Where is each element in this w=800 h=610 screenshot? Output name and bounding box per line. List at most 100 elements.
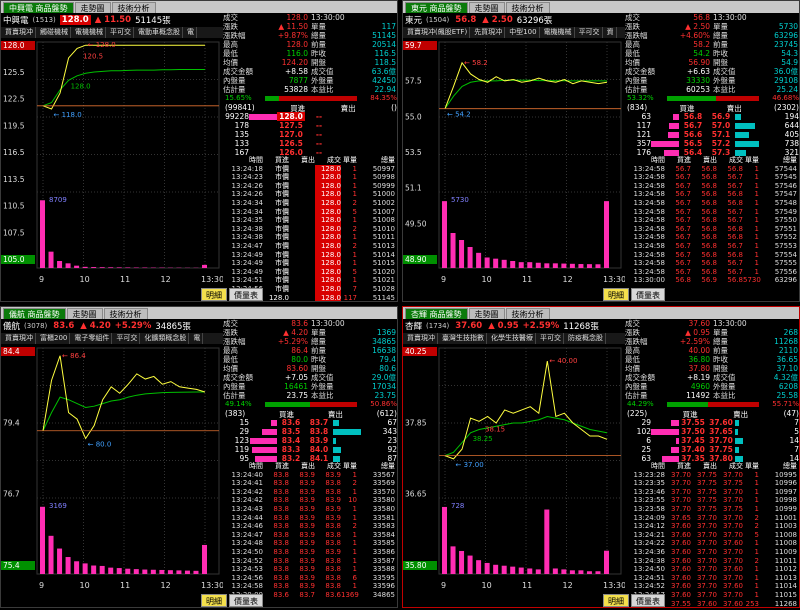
tab-details[interactable]: 明細: [201, 594, 227, 607]
order-book-row[interactable]: 29 83.5 83.8 343: [225, 427, 397, 436]
order-book-row[interactable]: 102 37.50 37.65 5: [627, 427, 799, 436]
tick-row[interactable]: 13:24:12 37.60 37.70 37.70 2 11003: [625, 522, 799, 531]
tick-row[interactable]: 13:24:58 56.7 56.8 56.8 1 57548: [625, 199, 799, 208]
tick-row[interactable]: 13:24:18 市價 128.0 1 50997: [223, 164, 397, 174]
tab-trend[interactable]: 走勢圖: [468, 308, 505, 319]
tick-row[interactable]: 13:24:58 56.7 56.8 56.8 1 57544: [625, 165, 799, 174]
tick-row[interactable]: 13:24:50 37.60 37.70 37.60 1 11012: [625, 565, 799, 574]
tick-row[interactable]: 13:24:42 83.8 83.9 83.9 10 33580: [223, 496, 397, 505]
intraday-chart[interactable]: 9 10 11 12 13:30 59.7 57.5 55.0 53.5 51.1 49.50 48.…: [403, 38, 625, 289]
tick-row[interactable]: 13:24:58 56.7 56.8 56.7 1 57550: [625, 216, 799, 225]
tick-row[interactable]: 13:24:58 56.7 56.8 56.8 1 57554: [625, 251, 799, 260]
order-book-row[interactable]: 357 56.5 57.2 738: [627, 139, 799, 148]
order-book-row[interactable]: 178 127.5 --: [225, 121, 397, 130]
tick-row[interactable]: 13:24:26 市價 128.0 1 51000: [223, 190, 397, 199]
intraday-chart[interactable]: 9 10 11 12 13:30 40.25 37.85 36.65 35.80 ← 40.00 ←…: [403, 344, 625, 595]
tick-row[interactable]: 13:24:47 市價 128.0 2 51013: [223, 241, 397, 251]
tick-row[interactable]: 13:24:49 市價 128.0 1 51015: [223, 259, 397, 268]
stock-name[interactable]: 東元: [405, 14, 422, 26]
tab-technical[interactable]: 技術分析: [111, 2, 156, 13]
category-tag[interactable]: 平可交: [538, 333, 564, 344]
intraday-chart[interactable]: 9 10 11 12 13:30 84.4 79.4 76.7 75.4 ← 86.4 ← 80.0…: [1, 344, 223, 595]
tab-quote[interactable]: 杏輝 商品盤勢: [405, 308, 468, 319]
category-tag[interactable]: 平可交: [577, 27, 603, 38]
order-book-row[interactable]: 119 83.3 84.0 92: [225, 445, 397, 454]
tick-row[interactable]: 13:24:58 56.7 56.8 56.7 1 57549: [625, 208, 799, 217]
tick-row[interactable]: 13:24:52 83.8 83.9 83.8 1 33587: [223, 557, 397, 566]
category-tag[interactable]: 平可交: [108, 27, 134, 38]
tab-technical[interactable]: 技術分析: [505, 2, 550, 13]
category-tag[interactable]: 資: [605, 27, 617, 38]
tick-row[interactable]: 13:23:35 37.70 37.75 37.75 1 10996: [625, 479, 799, 488]
category-tag[interactable]: 電機機械: [73, 27, 106, 38]
tick-row[interactable]: 13:24:51 市價 128.0 1 51021: [223, 276, 397, 285]
order-book-row[interactable]: 29 37.55 37.60 7: [627, 418, 799, 427]
tick-row[interactable]: 13:24:56 83.8 83.9 83.8 6 33595: [223, 574, 397, 583]
tick-row[interactable]: 13:24:58 56.7 56.8 56.8 1 57551: [625, 225, 799, 234]
tick-row[interactable]: 13:24:58 83.8 83.9 83.8 1 33596: [223, 582, 397, 591]
category-tag[interactable]: 買賣現冲: [3, 333, 36, 344]
tick-row[interactable]: 13:24:42 83.8 83.9 83.8 1 33570: [223, 488, 397, 497]
tick-row[interactable]: 13:24:58 56.7 56.8 56.7 1 57555: [625, 259, 799, 268]
stock-name[interactable]: 儀航: [3, 320, 20, 332]
tick-row[interactable]: 13:23:28 37.70 37.75 37.70 1 10995: [625, 471, 799, 480]
order-book-row[interactable]: 63 56.8 56.9 194: [627, 112, 799, 121]
tick-row[interactable]: 13:24:58 56.7 56.8 56.8 1 57547: [625, 190, 799, 199]
category-tag[interactable]: 電子零組件: [72, 333, 113, 344]
tick-row[interactable]: 13:24:52 37.60 37.70 37.60 1 11014: [625, 582, 799, 591]
tick-row[interactable]: 13:23:55 37.70 37.75 37.70 1 10998: [625, 496, 799, 505]
tab-price-volume[interactable]: 價量表: [229, 288, 263, 301]
tick-row[interactable]: 13:24:34 市價 128.0 2 51002: [223, 198, 397, 208]
tick-row[interactable]: 13:24:26 市價 128.0 1 50999: [223, 181, 397, 191]
tick-row[interactable]: 13:24:23 市價 128.0 1 50998: [223, 173, 397, 182]
order-book-row[interactable]: 99228 128.0 --: [225, 112, 397, 121]
order-book-row[interactable]: 15 83.6 83.7 67: [225, 418, 397, 427]
category-tag[interactable]: 化鑛類概念股: [142, 333, 190, 344]
tick-row[interactable]: 13:24:35 市價 128.0 1 51008: [223, 216, 397, 225]
category-tag[interactable]: 中型100: [507, 27, 540, 38]
tick-row[interactable]: 13:24:48 83.8 83.9 83.8 1 33585: [223, 539, 397, 548]
tick-row[interactable]: 13:24:38 市價 128.0 2 51010: [223, 224, 397, 234]
tick-row[interactable]: 13:24:46 83.8 83.9 83.8 2 33583: [223, 522, 397, 531]
intraday-chart[interactable]: 9 10 11 12 13:30 128.0 125.5 122.5 119.5 116.5 113…: [1, 38, 223, 289]
tick-row[interactable]: 13:23:46 37.70 37.75 37.70 1 10997: [625, 488, 799, 497]
tab-technical[interactable]: 技術分析: [103, 308, 148, 319]
order-book-row[interactable]: 133 126.5 --: [225, 139, 397, 148]
tick-row[interactable]: 13:24:51 37.60 37.70 37.70 1 11013: [625, 574, 799, 583]
tick-row[interactable]: 13:24:21 37.60 37.70 37.70 5 11008: [625, 531, 799, 540]
tick-row[interactable]: 13:24:53 83.8 83.9 83.8 1 33588: [223, 565, 397, 574]
category-tag[interactable]: 富櫃200: [38, 333, 71, 344]
category-tag[interactable]: 防疫概念股: [566, 333, 606, 344]
category-tag[interactable]: 買賣現冲: [405, 333, 438, 344]
tick-row[interactable]: 13:24:47 83.8 83.9 83.8 1 33584: [223, 531, 397, 540]
tab-technical[interactable]: 技術分析: [505, 308, 550, 319]
order-book-row[interactable]: 25 37.40 37.75 7: [627, 445, 799, 454]
order-book-row[interactable]: 117 56.7 57.0 644: [627, 121, 799, 130]
tick-row[interactable]: 13:24:58 56.7 56.8 56.7 1 57553: [625, 242, 799, 251]
tab-price-volume[interactable]: 價量表: [229, 594, 263, 607]
tick-row[interactable]: 13:24:58 56.7 56.8 56.8 1 57552: [625, 233, 799, 242]
tick-row[interactable]: 13:24:38 37.60 37.70 37.70 2 11011: [625, 557, 799, 566]
category-tag[interactable]: 買賣現冲(飆股ETF): [405, 27, 471, 38]
tab-trend[interactable]: 走勢圖: [468, 2, 505, 13]
category-tag[interactable]: 電: [191, 333, 204, 344]
tick-row[interactable]: 13:24:41 83.8 83.9 83.8 2 33569: [223, 479, 397, 488]
tab-trend[interactable]: 走勢圖: [74, 2, 111, 13]
tick-row[interactable]: 13:24:49 市價 128.0 1 51014: [223, 250, 397, 260]
stock-name[interactable]: 中興電: [3, 14, 29, 26]
category-tag[interactable]: 電機機械: [542, 27, 575, 38]
order-book-row[interactable]: 123 83.4 83.9 23: [225, 436, 397, 445]
category-tag[interactable]: 觸碰機械: [38, 27, 71, 38]
category-tag[interactable]: 平可交: [114, 333, 141, 344]
tick-row[interactable]: 13:24:58 56.7 56.8 56.7 1 57556: [625, 268, 799, 277]
tab-quote[interactable]: 中興電 商品盤勢: [3, 2, 74, 13]
tick-row[interactable]: 13:24:58 56.7 56.8 56.7 1 57546: [625, 182, 799, 191]
tab-trend[interactable]: 走勢圖: [66, 308, 103, 319]
tab-quote[interactable]: 儀航 商品盤勢: [3, 308, 66, 319]
category-tag[interactable]: 電: [185, 27, 197, 38]
tick-row[interactable]: 13:24:09 37.65 37.70 37.70 2 11001: [625, 514, 799, 523]
tab-price-volume[interactable]: 價量表: [631, 594, 665, 607]
tick-row[interactable]: 13:24:38 市價 128.0 1 51011: [223, 233, 397, 242]
order-book-row[interactable]: 135 127.0 --: [225, 130, 397, 139]
tab-details[interactable]: 明細: [603, 594, 629, 607]
